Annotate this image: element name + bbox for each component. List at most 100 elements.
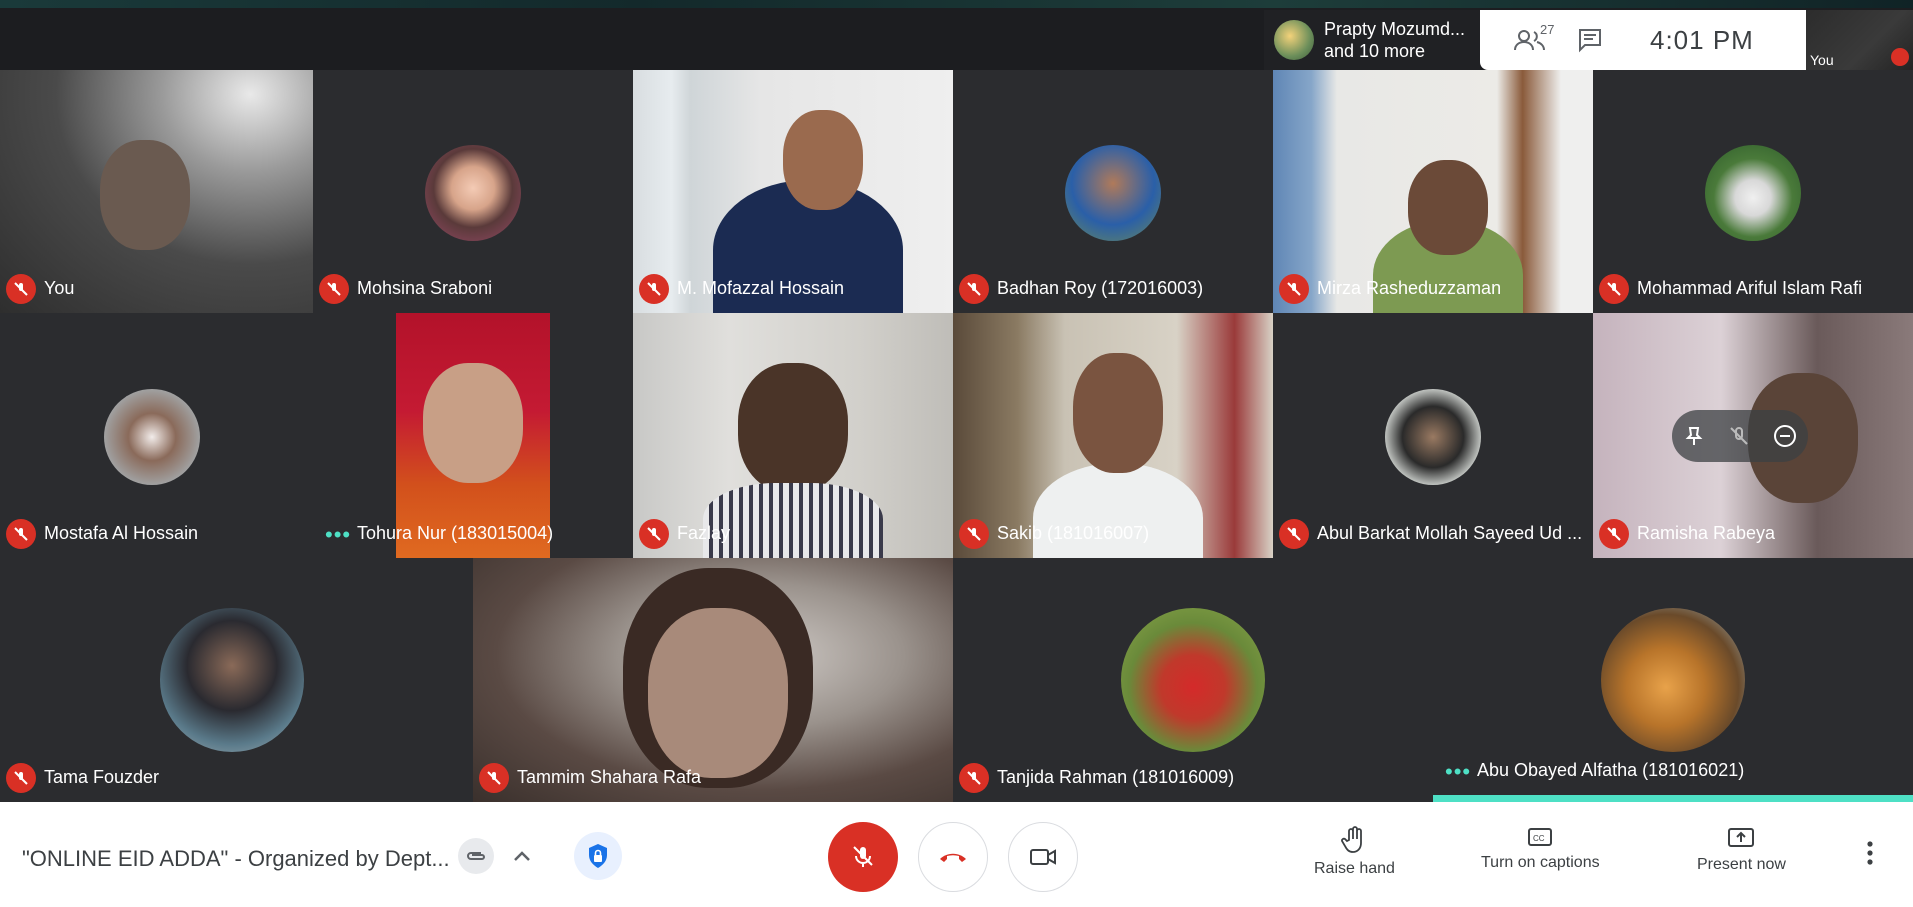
participant-tile[interactable]: Mostafa Al Hossain [0,313,313,558]
participant-tile[interactable]: Abul Barkat Mollah Sayeed Ud ... [1273,313,1593,558]
avatar [160,608,304,752]
participant-name: Tanjida Rahman (181016009) [997,767,1235,787]
participant-name: Mohammad Ariful Islam Rafi [1637,278,1863,298]
participant-tile[interactable]: Fazlay [633,313,953,558]
presenter-info[interactable]: Prapty Mozumd... and 10 more [1264,10,1480,70]
mic-off-icon [959,519,989,549]
camera-toggle-button[interactable] [1008,822,1078,892]
participant-tile[interactable]: Tanjida Rahman (181016009) [953,558,1433,802]
chat-icon [1579,29,1601,53]
participant-tile[interactable]: M. Mofazzal Hossain [633,70,953,313]
participant-tile[interactable]: ••• Tohura Nur (183015004) [313,313,633,558]
participant-name: Sakib (181016007) [997,523,1150,543]
video-camera-icon [1030,849,1056,865]
captions-label: Turn on captions [1481,854,1600,871]
participant-tile[interactable]: Mirza Rasheduzzaman [1273,70,1593,313]
chevron-up-icon [514,851,530,861]
leave-call-button[interactable] [918,822,988,892]
microphone-toggle-button[interactable] [828,822,898,892]
meeting-details-toggle[interactable] [504,838,540,874]
self-muted-icon [1891,48,1909,66]
person-figure [423,363,523,483]
mic-off-icon [319,274,349,304]
participant-tile[interactable]: ••• Abu Obayed Alfatha (181016021) [1433,558,1913,795]
participant-name: Fazlay [677,523,731,543]
mic-off-icon [639,519,669,549]
speaking-highlight [1433,795,1913,802]
participants-count: 27 [1540,22,1555,37]
mic-off-icon [1599,274,1629,304]
participant-tile[interactable]: Mohammad Ariful Islam Rafi [1593,70,1913,313]
bottom-bar: "ONLINE EID ADDA" - Organized by Dept...… [0,802,1913,907]
person-figure [100,140,190,250]
meeting-title[interactable]: "ONLINE EID ADDA" - Organized by Dept... [22,846,450,872]
mute-participant-icon[interactable] [1728,425,1750,447]
person-figure [1073,353,1163,473]
participant-name: Badhan Roy (172016003) [997,278,1204,298]
chat-button[interactable] [1560,27,1620,53]
host-controls-button[interactable] [574,832,622,880]
participant-name: Ramisha Rabeya [1637,523,1776,543]
captions-button[interactable]: CC Turn on captions [1481,826,1600,872]
attachment-button[interactable] [458,838,494,874]
participant-name: Tama Fouzder [44,767,160,787]
mic-off-icon [6,519,36,549]
self-label: You [1810,52,1834,68]
participant-name: Mirza Rasheduzzaman [1317,278,1502,298]
person-figure [648,608,788,778]
person-figure [703,483,883,558]
hand-icon [1341,826,1363,853]
present-label: Present now [1697,856,1786,873]
pin-icon[interactable] [1683,425,1705,447]
participant-name: Abu Obayed Alfatha (181016021) [1477,760,1745,780]
mic-off-icon [639,274,669,304]
participant-tile[interactable]: You [0,70,313,313]
self-preview[interactable]: You [1806,10,1913,70]
closed-captions-icon: CC [1528,828,1553,846]
person-figure [1408,160,1488,255]
avatar [1065,145,1161,241]
meeting-info-box: 27 4:01 PM [1480,10,1806,70]
clock: 4:01 PM [1650,24,1754,55]
avatar [425,145,521,241]
mic-off-icon [6,274,36,304]
participant-name: M. Mofazzal Hossain [677,278,845,298]
mic-off-icon [959,274,989,304]
people-button[interactable]: 27 [1500,22,1560,52]
participant-tile[interactable]: Tammim Shahara Rafa [473,558,953,802]
participant-tile[interactable]: Tama Fouzder [0,558,473,802]
present-now-button[interactable]: Present now [1697,826,1786,874]
avatar [104,389,200,485]
participant-name: Tammim Shahara Rafa [517,767,702,787]
avatar [1385,389,1481,485]
participant-tile[interactable]: Mohsina Sraboni [313,70,633,313]
avatar [1121,608,1265,752]
participant-name: Abul Barkat Mollah Sayeed Ud ... [1317,523,1583,543]
raise-hand-label: Raise hand [1314,860,1395,877]
mic-off-icon [6,763,36,793]
paperclip-icon [467,852,485,860]
tile-hover-controls [1672,410,1808,462]
mic-off-icon [1279,274,1309,304]
participant-tile[interactable]: Sakib (181016007) [953,313,1273,558]
avatar [1705,145,1801,241]
presenter-name: Prapty Mozumd... [1324,19,1466,39]
raise-hand-button[interactable]: Raise hand [1314,826,1395,878]
participant-name: Mohsina Sraboni [357,278,493,298]
mic-off-icon [853,846,873,867]
speaking-indicator-icon: ••• [325,522,352,547]
participant-name: Mostafa Al Hossain [44,523,199,543]
person-figure [783,110,863,210]
svg-text:CC: CC [1533,834,1545,843]
speaking-indicator-icon: ••• [1445,759,1472,784]
remove-participant-icon[interactable] [1773,424,1797,448]
presenter-more: and 10 more [1324,41,1426,61]
present-screen-icon [1728,828,1755,847]
mic-off-icon [479,763,509,793]
person-figure [738,363,848,493]
hang-up-icon [940,853,966,862]
participant-tile[interactable]: Badhan Roy (172016003) [953,70,1273,313]
mic-off-icon [1279,519,1309,549]
mic-off-icon [1599,519,1629,549]
more-options-button[interactable] [1866,840,1874,871]
